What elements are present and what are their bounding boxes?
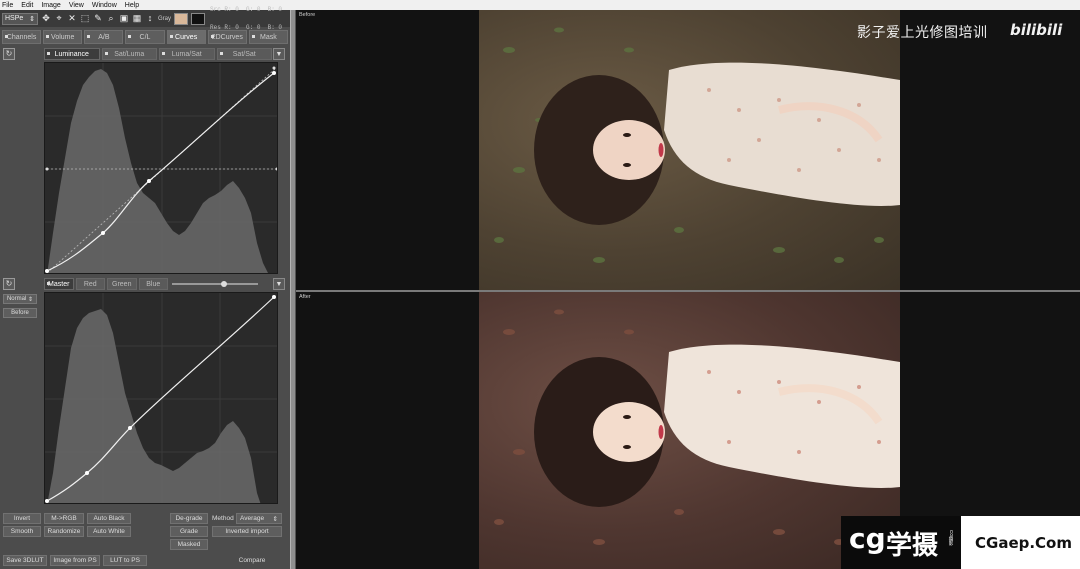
tab-volume[interactable]: Volume (43, 30, 83, 44)
subtab-red[interactable]: Red (75, 278, 105, 290)
cross-icon[interactable]: ✕ (67, 13, 77, 24)
updown-icon: ⇕ (29, 15, 35, 23)
invert-button[interactable]: Invert (3, 513, 41, 524)
site-logo-cn: 学摄 (886, 531, 939, 561)
blend-slider[interactable] (172, 283, 258, 285)
updown-icon: ⇕ (272, 515, 278, 523)
curve-point[interactable] (128, 426, 132, 430)
curve-point[interactable] (45, 269, 49, 273)
method-select[interactable]: Average ⇕ (236, 513, 282, 524)
move-icon[interactable]: ✥ (41, 13, 51, 24)
curve-point[interactable] (45, 499, 49, 503)
subtab-luma-sat[interactable]: Luma/Sat (159, 48, 215, 60)
zoom-icon[interactable]: ⌕ (106, 13, 116, 24)
eyedropper-icon[interactable]: ✎ (93, 13, 103, 24)
watermark-text: 影子爱上光修图培训 (857, 25, 988, 41)
lut-to-ps-button[interactable]: LUT to PS (103, 555, 147, 566)
menu-help[interactable]: Help (125, 2, 139, 9)
smooth-button[interactable]: Smooth (3, 526, 41, 537)
bottom-subtabs: Master Red Green Blue (44, 278, 168, 290)
before-view[interactable]: Before (296, 10, 1080, 290)
portrait-after-image (494, 309, 900, 545)
top-subtabs: Luminance Sat/Luma Luma/Sat Sat/Sat (44, 48, 272, 60)
menu-image[interactable]: Image (41, 2, 60, 9)
toolbar: HSPe ⇕ ✥ ⌖ ✕ ⬚ ✎ ⌕ ▣ ▦ ↕ Gray Src R: 0 G… (0, 5, 290, 30)
master-curve-editor[interactable] (44, 292, 278, 504)
tab-channels[interactable]: Channels (2, 30, 42, 44)
menu-file[interactable]: File (2, 2, 13, 9)
grid-icon[interactable]: ▦ (132, 13, 142, 24)
degrade-button[interactable]: De-grade (170, 513, 208, 524)
method-label: Method (212, 515, 234, 522)
subtab-green[interactable]: Green (107, 278, 137, 290)
menu-bar: File Edit Image View Window Help (0, 0, 1080, 10)
save-3dlut-button[interactable]: Save 3DLUT (3, 555, 47, 566)
curve-point[interactable] (272, 295, 276, 299)
main-tabs: Channels Volume A/B C/L Curves 2DCurves … (0, 30, 290, 44)
curve-point[interactable] (272, 71, 276, 75)
before-photo (479, 10, 900, 290)
reset-top-curve-button[interactable]: ↻ (3, 48, 15, 60)
foreground-swatch[interactable] (174, 12, 189, 25)
auto-black-button[interactable]: Auto Black (87, 513, 131, 524)
compare-button[interactable]: Compare (218, 555, 286, 566)
curve-point[interactable] (101, 231, 105, 235)
background-swatch[interactable] (191, 12, 206, 25)
tab-2dcurves[interactable]: 2DCurves (207, 30, 247, 44)
luminance-curve-graph (45, 63, 277, 273)
cg-mark: cg (849, 522, 886, 555)
subtab-sat-sat[interactable]: Sat/Sat (216, 48, 272, 60)
tab-ab[interactable]: A/B (84, 30, 124, 44)
tab-mask[interactable]: Mask (248, 30, 288, 44)
gray-label: Gray (158, 15, 172, 22)
subtab-luminance[interactable]: Luminance (44, 48, 100, 60)
crosshair-icon[interactable]: ⌖ (54, 13, 64, 24)
site-logo: cg 学摄 CG摄影 CGaep.Com (841, 516, 1080, 569)
menu-view[interactable]: View (69, 2, 84, 9)
fit-icon[interactable]: ▣ (119, 13, 129, 24)
curve-point[interactable] (147, 179, 151, 183)
inverted-import-button[interactable]: Inverted import (212, 526, 282, 537)
luminance-curve-editor[interactable] (44, 62, 278, 274)
blend-slider-knob[interactable] (220, 281, 227, 287)
subtab-blue[interactable]: Blue (138, 278, 168, 290)
readout-src: Src R: 0 G: 0 B: 0 (210, 5, 283, 13)
menu-window[interactable]: Window (92, 2, 117, 9)
image-from-ps-button[interactable]: Image from PS (50, 555, 100, 566)
left-panel: HSPe ⇕ ✥ ⌖ ✕ ⬚ ✎ ⌕ ▣ ▦ ↕ Gray Src R: 0 G… (0, 5, 290, 569)
menu-edit[interactable]: Edit (21, 2, 33, 9)
site-logo-small: CG摄影 (949, 530, 954, 546)
bilibili-logo: bilibili (1010, 21, 1063, 39)
subtab-master[interactable]: Master (44, 278, 74, 290)
top-curve-menu-button[interactable]: ▼ (273, 48, 285, 60)
after-photo (479, 292, 900, 569)
randomize-button[interactable]: Randomize (44, 526, 84, 537)
reset-bottom-curve-button[interactable]: ↻ (3, 278, 15, 290)
blend-mode-select[interactable]: Normal ⇕ (3, 294, 37, 304)
site-logo-dark-block: cg 学摄 CG摄影 (841, 516, 961, 569)
before-label: Before (299, 12, 316, 18)
updown-icon: ⇕ (27, 296, 34, 303)
bottom-curve-menu-button[interactable]: ▼ (273, 278, 285, 290)
mode-select[interactable]: HSPe ⇕ (2, 12, 38, 25)
tab-cl[interactable]: C/L (125, 30, 165, 44)
auto-white-button[interactable]: Auto White (87, 526, 131, 537)
mode-select-value: HSPe (5, 15, 24, 22)
portrait-before-image (494, 27, 900, 263)
curve-point[interactable] (85, 471, 89, 475)
master-curve-graph (45, 293, 277, 503)
m-rgb-button[interactable]: M->RGB (44, 513, 84, 524)
masked-button[interactable]: Masked (170, 539, 208, 550)
marquee-icon[interactable]: ⬚ (80, 13, 90, 24)
after-label: After (299, 294, 311, 300)
swap-icon[interactable]: ↕ (145, 13, 155, 24)
tab-curves[interactable]: Curves (166, 30, 206, 44)
subtab-sat-luma[interactable]: Sat/Luma (101, 48, 157, 60)
before-button[interactable]: Before (3, 308, 37, 318)
grade-button[interactable]: Grade (170, 526, 208, 537)
site-url: CGaep.Com (975, 534, 1072, 552)
